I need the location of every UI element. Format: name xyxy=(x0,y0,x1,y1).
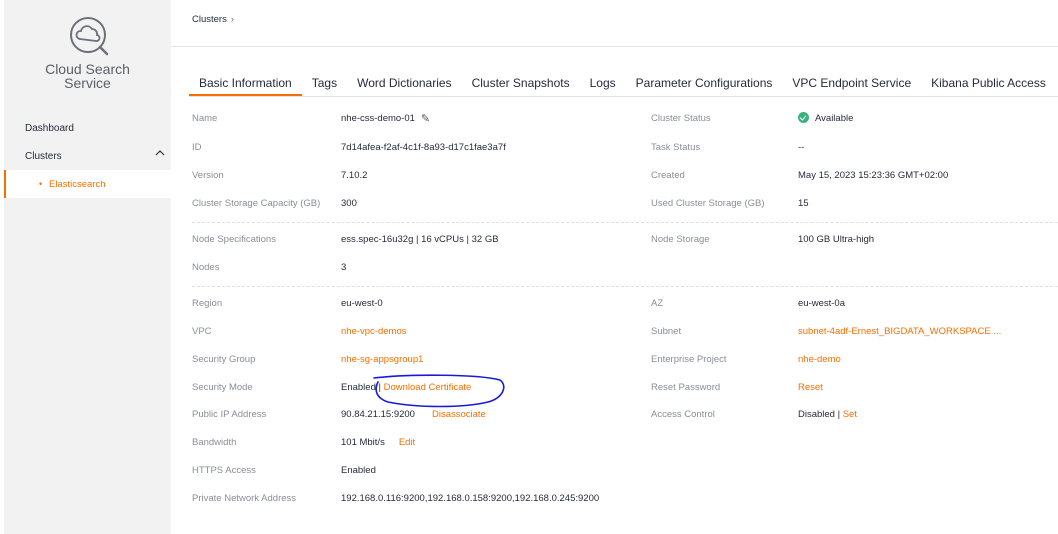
used-storage-value: 15 xyxy=(798,197,809,209)
https-label: HTTPS Access xyxy=(192,464,256,476)
row-private-network: Private Network Address 192.168.0.116:92… xyxy=(0,484,1058,512)
name-label: Name xyxy=(192,112,218,124)
tab-logs[interactable]: Logs xyxy=(580,72,626,96)
reset-password-link[interactable]: Reset xyxy=(798,382,823,393)
task-status-label: Task Status xyxy=(651,141,701,153)
row-vpc: VPC nhe-vpc-demos Subnet subnet-4adf-Ern… xyxy=(0,317,1058,345)
security-group-label: Security Group xyxy=(192,353,256,365)
tab-bar: Basic Information Tags Word Dictionaries… xyxy=(189,72,1056,96)
nodes-value: 3 xyxy=(341,261,347,273)
name-value: nhe-css-demo-01 ✎ xyxy=(341,112,430,125)
id-label: ID xyxy=(192,141,202,153)
public-ip-label: Public IP Address xyxy=(192,408,267,420)
enterprise-project-label: Enterprise Project xyxy=(651,353,727,365)
node-spec-label: Node Specifications xyxy=(192,233,276,245)
cluster-name: nhe-css-demo-01 xyxy=(341,112,415,124)
separator: | xyxy=(834,408,843,420)
disassociate-link[interactable]: Disassociate xyxy=(432,409,486,420)
breadcrumb-separator: › xyxy=(230,14,234,24)
public-ip-text: 90.84.21.15:9200 xyxy=(341,408,415,420)
download-certificate-link[interactable]: Download Certificate xyxy=(384,382,472,393)
nodes-label: Nodes xyxy=(192,261,220,273)
access-control-set-link[interactable]: Set xyxy=(843,409,857,420)
row-security-mode: Security Mode Enabled | Download Certifi… xyxy=(0,373,1058,401)
row-name: Name nhe-css-demo-01 ✎ Cluster Status Ava… xyxy=(0,104,1058,132)
subnet-link[interactable]: subnet-4adf-Ernest_BIGDATA_WORKSPACE ... xyxy=(798,326,1001,337)
created-value: May 15, 2023 15:23:36 GMT+02:00 xyxy=(798,169,949,181)
row-id: ID 7d14afea-f2af-4c1f-8a93-d17c1fae3a7f … xyxy=(0,133,1058,161)
id-value: 7d14afea-f2af-4c1f-8a93-d17c1fae3a7f xyxy=(341,141,506,153)
vpc-link[interactable]: nhe-vpc-demos xyxy=(341,326,406,337)
tab-parameter-configurations[interactable]: Parameter Configurations xyxy=(626,72,783,96)
region-label: Region xyxy=(192,297,223,309)
version-value: 7.10.2 xyxy=(341,169,368,181)
row-storage: Cluster Storage Capacity (GB) 300 Used C… xyxy=(0,189,1058,217)
bandwidth-value: 101 Mbit/s Edit xyxy=(341,437,415,448)
breadcrumb: Clusters › xyxy=(192,14,234,25)
bandwidth-text: 101 Mbit/s xyxy=(341,436,385,448)
row-version: Version 7.10.2 Created May 15, 2023 15:2… xyxy=(0,161,1058,189)
az-value: eu-west-0a xyxy=(798,297,845,309)
check-circle-icon xyxy=(798,112,809,123)
az-label: AZ xyxy=(651,297,664,309)
security-mode-label: Security Mode xyxy=(192,381,253,393)
node-spec-value: ess.spec-16u32g | 16 vCPUs | 32 GB xyxy=(341,233,499,245)
used-storage-label: Used Cluster Storage (GB) xyxy=(651,197,765,209)
breadcrumb-clusters[interactable]: Clusters xyxy=(192,14,227,25)
tabs-divider xyxy=(189,96,1058,97)
bandwidth-edit-link[interactable]: Edit xyxy=(399,437,415,448)
private-network-label: Private Network Address xyxy=(192,492,297,504)
tab-word-dictionaries[interactable]: Word Dictionaries xyxy=(347,72,461,96)
tab-kibana-public-access[interactable]: Kibana Public Access xyxy=(921,72,1056,96)
row-bandwidth: Bandwidth 101 Mbit/s Edit xyxy=(0,428,1058,456)
task-status-value: -- xyxy=(798,141,805,153)
section-divider xyxy=(192,222,1058,223)
subnet-label: Subnet xyxy=(651,325,682,337)
created-label: Created xyxy=(651,169,685,181)
private-network-value: 192.168.0.116:9200,192.168.0.158:9200,19… xyxy=(341,492,600,504)
access-control-text: Disabled xyxy=(798,408,835,420)
service-name: Cloud Search Service xyxy=(4,62,171,90)
security-group-link[interactable]: nhe-sg-appsgroup1 xyxy=(341,354,423,365)
edit-pencil-icon[interactable]: ✎ xyxy=(421,112,430,125)
service-name-line1: Cloud Search xyxy=(45,61,130,77)
service-name-line2: Service xyxy=(64,75,111,91)
vpc-label: VPC xyxy=(192,325,212,337)
separator: | xyxy=(375,381,384,393)
storage-capacity-value: 300 xyxy=(341,197,357,209)
node-storage-label: Node Storage xyxy=(651,233,710,245)
row-security-group: Security Group nhe-sg-appsgroup1 Enterpr… xyxy=(0,345,1058,373)
public-ip-value: 90.84.21.15:9200 Disassociate xyxy=(341,409,486,420)
security-mode-value: Enabled | Download Certificate xyxy=(341,382,471,393)
tab-tags[interactable]: Tags xyxy=(302,72,347,96)
version-label: Version xyxy=(192,169,224,181)
cluster-status-value: Available xyxy=(798,112,853,124)
tab-basic-information[interactable]: Basic Information xyxy=(189,72,302,96)
cluster-status-label: Cluster Status xyxy=(651,112,711,124)
region-value: eu-west-0 xyxy=(341,297,383,309)
access-control-label: Access Control xyxy=(651,408,715,420)
tab-vpc-endpoint-service[interactable]: VPC Endpoint Service xyxy=(782,72,921,96)
node-storage-value: 100 GB Ultra-high xyxy=(798,233,875,245)
row-node-spec: Node Specifications ess.spec-16u32g | 16… xyxy=(0,225,1058,253)
row-region: Region eu-west-0 AZ eu-west-0a xyxy=(0,289,1058,317)
section-divider xyxy=(192,286,1058,287)
row-https: HTTPS Access Enabled xyxy=(0,456,1058,484)
row-public-ip: Public IP Address 90.84.21.15:9200 Disass… xyxy=(0,400,1058,428)
https-value: Enabled xyxy=(341,464,376,476)
cloud-search-icon xyxy=(70,17,109,56)
access-control-value: Disabled | Set xyxy=(798,409,857,420)
bandwidth-label: Bandwidth xyxy=(192,436,237,448)
tab-cluster-snapshots[interactable]: Cluster Snapshots xyxy=(462,72,580,96)
storage-capacity-label: Cluster Storage Capacity (GB) xyxy=(192,197,321,209)
row-nodes: Nodes 3 xyxy=(0,253,1058,281)
header-divider xyxy=(171,46,1058,47)
reset-password-label: Reset Password xyxy=(651,381,721,393)
security-mode-text: Enabled xyxy=(341,381,376,393)
enterprise-project-link[interactable]: nhe-demo xyxy=(798,354,841,365)
cluster-status-text: Available xyxy=(815,113,854,124)
